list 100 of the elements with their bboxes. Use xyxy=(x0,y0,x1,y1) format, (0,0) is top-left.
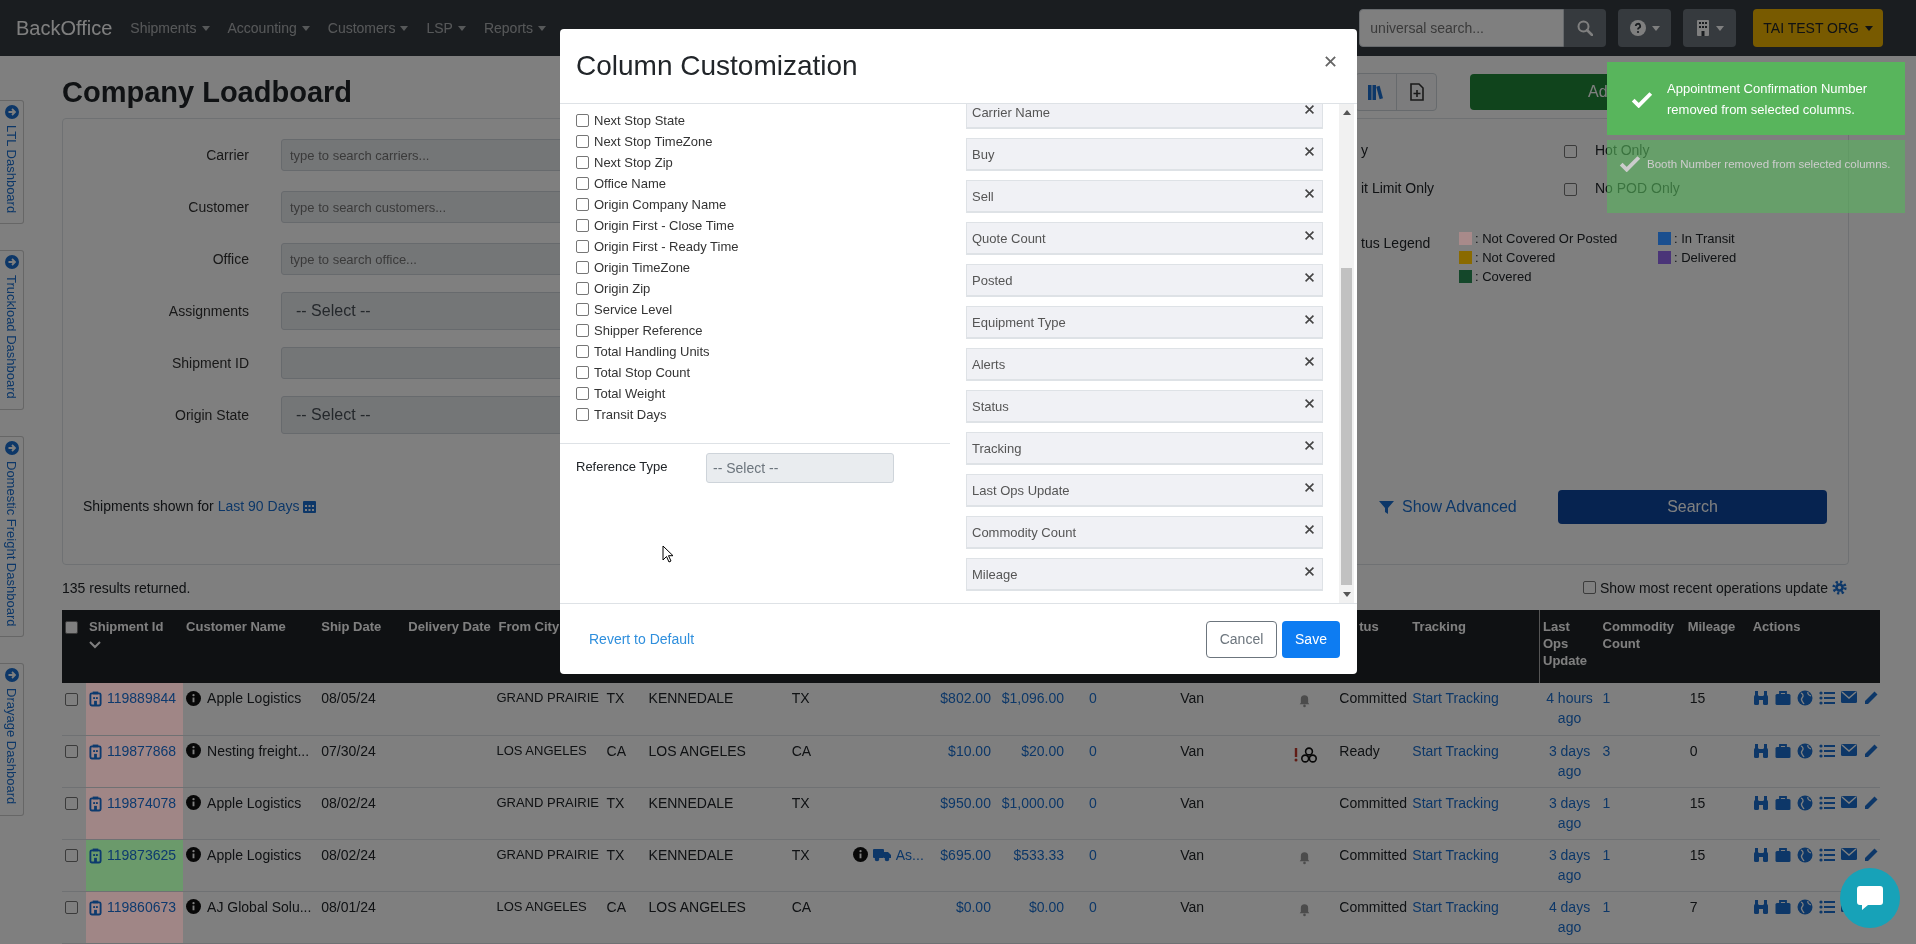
checkbox[interactable] xyxy=(576,261,589,274)
checkbox[interactable] xyxy=(576,177,589,190)
pencil-icon[interactable] xyxy=(1862,794,1879,811)
commodity-count-link[interactable]: 1 xyxy=(1602,794,1611,811)
checkbox[interactable] xyxy=(65,745,78,759)
checkbox[interactable] xyxy=(576,303,589,316)
carrier-link[interactable]: As... xyxy=(895,844,924,865)
search-field[interactable]: universal search... xyxy=(1359,9,1565,47)
selected-column-chip[interactable]: Status xyxy=(966,390,1323,423)
help-button[interactable] xyxy=(1618,9,1672,47)
dashboard-tab[interactable]: Drayage Dashboard xyxy=(0,663,24,816)
column-header[interactable]: Delivery Date xyxy=(408,618,493,635)
last-update-link[interactable]: 3 days ago xyxy=(1542,792,1597,833)
checkbox[interactable] xyxy=(576,324,589,337)
shipment-link[interactable]: 119873625 xyxy=(107,844,177,865)
remove-button[interactable] xyxy=(1304,439,1315,451)
buy-link[interactable]: $695.00 xyxy=(940,846,991,863)
column-header[interactable]: Actions xyxy=(1752,618,1877,635)
remove-button[interactable] xyxy=(1304,187,1315,199)
tracking-link[interactable]: Start Tracking xyxy=(1412,690,1499,706)
briefcase-icon[interactable] xyxy=(1774,846,1791,863)
cancel-button[interactable]: Cancel xyxy=(1206,620,1277,658)
buy-link[interactable]: $10.00 xyxy=(948,742,991,759)
globe-icon[interactable] xyxy=(1796,898,1813,915)
selected-column-chip[interactable]: Buy xyxy=(966,138,1323,171)
quote-count-link[interactable]: 0 xyxy=(1089,794,1097,811)
column-header[interactable]: Last Ops Update xyxy=(1543,618,1597,669)
shipment-link[interactable]: 119860673 xyxy=(107,896,177,917)
brand-name[interactable]: BackOffice xyxy=(16,16,113,40)
scrollbar[interactable] xyxy=(1339,104,1354,603)
building-button[interactable] xyxy=(1683,9,1737,47)
sell-link[interactable]: $533.33 xyxy=(1013,846,1064,863)
remove-button[interactable] xyxy=(1304,397,1315,409)
list-icon[interactable] xyxy=(1818,690,1835,706)
selected-column-chip[interactable]: Alerts xyxy=(966,348,1323,381)
checkbox[interactable] xyxy=(576,240,589,253)
list-icon[interactable] xyxy=(1818,794,1835,811)
quote-count-link[interactable]: 0 xyxy=(1089,690,1097,706)
last-update-link[interactable]: 4 days ago xyxy=(1542,896,1597,937)
envelope-icon[interactable] xyxy=(1840,846,1857,861)
briefcase-icon[interactable] xyxy=(1774,898,1791,915)
checkbox[interactable] xyxy=(1582,581,1596,594)
column-header[interactable]: tus xyxy=(1359,618,1407,635)
selected-column-chip[interactable]: Quote Count xyxy=(966,222,1323,255)
envelope-icon[interactable] xyxy=(1840,794,1857,809)
remove-button[interactable] xyxy=(1304,355,1315,367)
selected-column-chip[interactable]: Tracking xyxy=(966,432,1323,465)
quote-count-link[interactable]: 0 xyxy=(1089,898,1097,915)
commodity-count-link[interactable]: 1 xyxy=(1602,898,1611,915)
briefcase-icon[interactable] xyxy=(1774,690,1791,706)
commodity-count-link[interactable]: 1 xyxy=(1602,846,1611,863)
dashboard-tab[interactable]: Domestic Freight Dashboard xyxy=(0,436,24,638)
checkbox[interactable] xyxy=(65,849,78,863)
globe-icon[interactable] xyxy=(1796,742,1813,759)
envelope-icon[interactable] xyxy=(1840,690,1857,704)
checkbox[interactable] xyxy=(576,219,589,232)
last-update-link[interactable]: 4 hours ago xyxy=(1542,688,1597,728)
checkbox[interactable] xyxy=(576,114,589,127)
selected-column-chip[interactable]: Mileage xyxy=(966,558,1323,591)
date-range-link[interactable]: Last 90 Days xyxy=(217,498,300,514)
selected-column-chip[interactable]: Last Ops Update xyxy=(966,474,1323,507)
checkbox[interactable] xyxy=(1564,182,1577,196)
commodity-count-link[interactable]: 1 xyxy=(1602,690,1611,706)
tracking-link[interactable]: Start Tracking xyxy=(1412,794,1499,811)
quote-count-link[interactable]: 0 xyxy=(1089,846,1097,863)
selected-column-chip[interactable]: Posted xyxy=(966,264,1323,297)
remove-button[interactable] xyxy=(1304,271,1315,283)
list-icon[interactable] xyxy=(1818,742,1835,759)
binoculars-icon[interactable] xyxy=(1752,846,1769,863)
checkbox[interactable] xyxy=(576,135,589,148)
pencil-icon[interactable] xyxy=(1862,690,1879,706)
sell-link[interactable]: $1,096.00 xyxy=(1001,690,1064,706)
settings-icon[interactable] xyxy=(1832,580,1847,595)
save-button[interactable]: Save xyxy=(1282,620,1340,658)
checkbox[interactable] xyxy=(576,156,589,169)
selected-column-chip[interactable]: Equipment Type xyxy=(966,306,1323,339)
tracking-link[interactable]: Start Tracking xyxy=(1412,742,1499,759)
envelope-icon[interactable] xyxy=(1840,742,1857,757)
pencil-icon[interactable] xyxy=(1862,742,1879,759)
binoculars-icon[interactable] xyxy=(1752,742,1769,759)
checkbox[interactable] xyxy=(576,387,589,400)
selected-column-chip[interactable]: Carrier Name xyxy=(966,104,1323,129)
buy-link[interactable]: $0.00 xyxy=(955,898,991,915)
binoculars-icon[interactable] xyxy=(1752,690,1769,706)
remove-button[interactable] xyxy=(1304,523,1315,535)
sell-link[interactable]: $20.00 xyxy=(1021,742,1064,759)
checkbox[interactable] xyxy=(65,692,78,706)
checkbox[interactable] xyxy=(576,282,589,295)
checkbox[interactable] xyxy=(65,797,78,811)
last-update-link[interactable]: 3 days ago xyxy=(1542,844,1597,885)
remove-button[interactable] xyxy=(1304,104,1315,115)
selected-column-chip[interactable]: Commodity Count xyxy=(966,516,1323,549)
checkbox[interactable] xyxy=(576,345,589,358)
checkbox[interactable] xyxy=(576,366,589,379)
last-update-link[interactable]: 3 days ago xyxy=(1542,740,1597,781)
checkbox[interactable] xyxy=(65,621,78,635)
shipment-link[interactable]: 119877868 xyxy=(107,740,177,761)
globe-icon[interactable] xyxy=(1796,690,1813,706)
globe-icon[interactable] xyxy=(1796,846,1813,863)
list-icon[interactable] xyxy=(1818,846,1835,863)
